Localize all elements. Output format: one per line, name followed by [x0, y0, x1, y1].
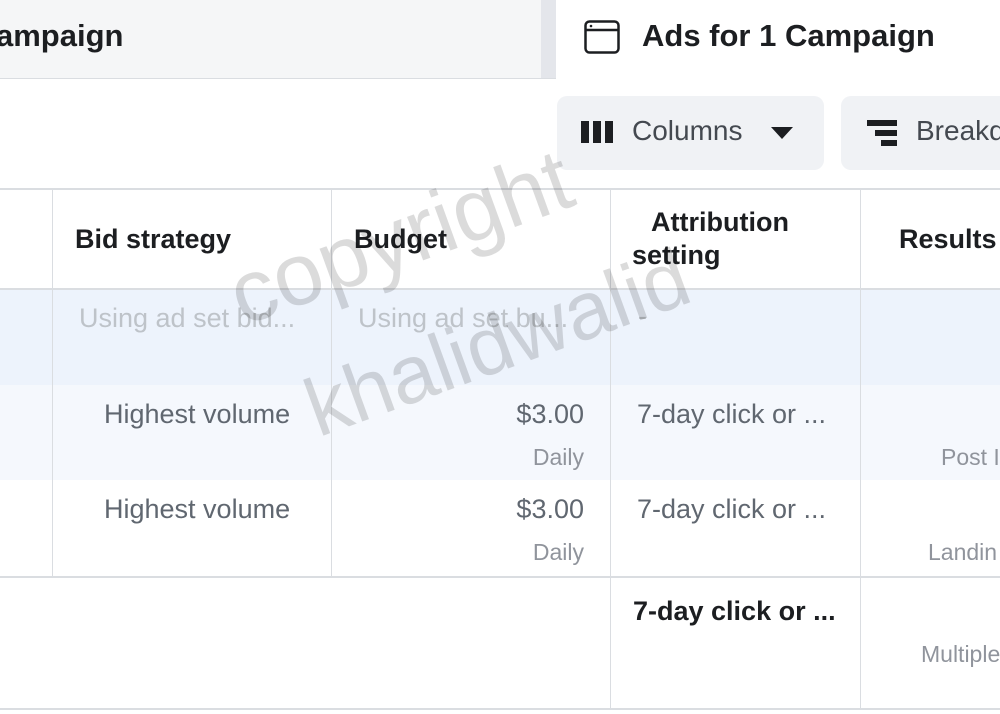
header-attribution-line1[interactable]: Attribution [651, 207, 789, 238]
row3-results-label: Landin [928, 539, 998, 565]
row3-attribution: 7-day click or ... [637, 494, 827, 524]
tab-ads-label: Ads for 1 Campaign [642, 18, 935, 53]
tab-ads[interactable]: Ads for 1 Campaign [556, 0, 1000, 79]
row1-bid-strategy: Using ad set bid... [79, 303, 296, 333]
table-bottom-border [0, 708, 1000, 710]
row3-budget-period: Daily [532, 539, 584, 565]
col-divider-4 [860, 188, 861, 710]
col-divider-1 [52, 188, 53, 578]
header-bottom-border [0, 288, 1000, 290]
columns-button[interactable]: Columns [557, 96, 824, 170]
row1-budget: Using ad set bu... [358, 303, 569, 333]
tab-campaign-label: ampaign [0, 18, 124, 53]
row2-results-label: Post I [941, 444, 1000, 470]
tab-bar: ampaign Ads for 1 Campaign [0, 0, 1000, 79]
row3-budget: $3.00 [516, 494, 584, 524]
breakdown-icon [867, 118, 899, 153]
row2-budget-period: Daily [532, 444, 584, 470]
header-bid-strategy[interactable]: Bid strategy [75, 224, 231, 255]
ads-table: Bid strategy Budget Attribution setting … [0, 188, 1000, 714]
row2-budget: $3.00 [516, 399, 584, 429]
col-divider-3 [610, 188, 611, 710]
breakdown-button[interactable]: Breakd [841, 96, 1000, 170]
row1-attribution: - [638, 301, 647, 331]
row3-bid-strategy: Highest volume [104, 494, 291, 524]
tab-divider [541, 0, 556, 78]
columns-icon [581, 118, 615, 151]
row2-bid-strategy: Highest volume [104, 399, 291, 429]
col-divider-2 [331, 188, 332, 578]
chevron-down-icon [770, 126, 794, 145]
table-top-border [0, 188, 1000, 190]
header-attribution-line2[interactable]: setting [632, 240, 721, 271]
tab-campaign[interactable]: ampaign [0, 0, 540, 78]
columns-label: Columns [632, 115, 743, 146]
header-budget[interactable]: Budget [354, 224, 447, 255]
header-results[interactable]: Results [899, 224, 997, 255]
row2-attribution: 7-day click or ... [637, 399, 827, 429]
rows-bottom-border [0, 576, 1000, 578]
ad-window-icon [584, 20, 620, 54]
summary-results-label: Multiple [921, 641, 1000, 667]
breakdown-label: Breakd [916, 115, 1000, 146]
summary-attribution: 7-day click or ... [633, 596, 836, 626]
